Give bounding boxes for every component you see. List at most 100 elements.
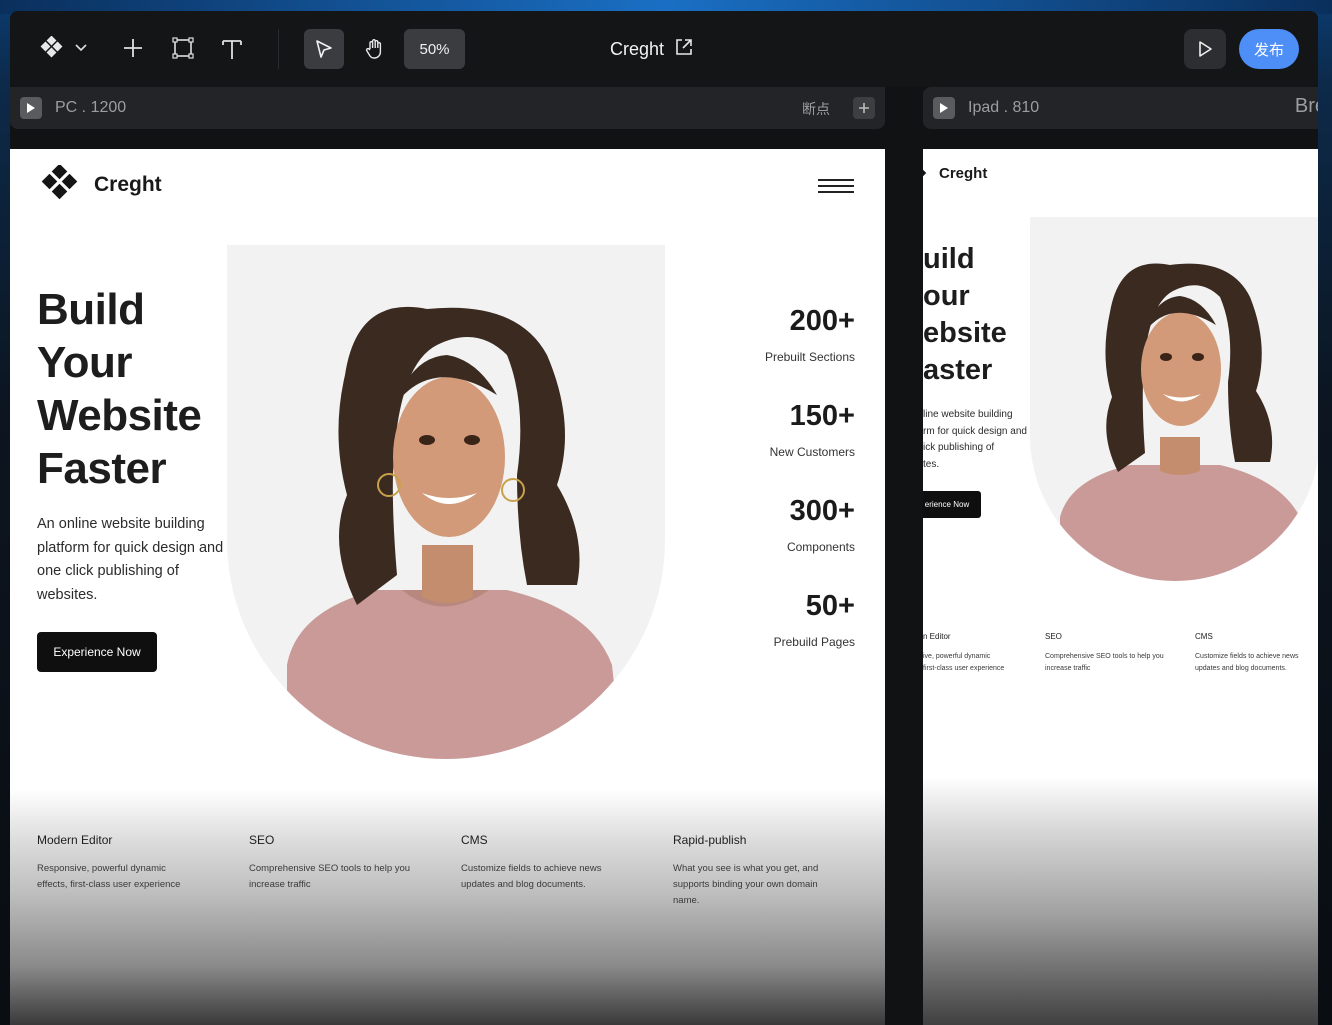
feature-description-line: first-class user experience: [923, 664, 1005, 672]
frame-tool-icon[interactable]: [170, 35, 196, 61]
editor-window: 50% Creght 发布 PC . 1200 断点 Ipad . 810 Br…: [10, 11, 1318, 1025]
stat-label: Prebuild Pages: [773, 635, 855, 649]
hero-title-line: Your: [37, 338, 132, 387]
hero-portrait-image: [227, 245, 665, 759]
hero-description-line: websites.: [37, 586, 98, 603]
hero-title-line: Build: [37, 285, 145, 334]
feature-description-line: What you see is what you get, and: [673, 863, 819, 874]
feature-description-line: name.: [673, 895, 700, 906]
feature-description: What you see is what you get, and suppor…: [673, 861, 863, 909]
stat-label: New Customers: [769, 445, 855, 459]
feature-description-line: effects, first-class user experience: [37, 879, 181, 890]
project-title: Creght: [610, 38, 665, 59]
text-tool-icon[interactable]: [218, 35, 246, 63]
feature-title: CMS: [1195, 632, 1213, 641]
stat-item: 150+ New Customers: [770, 400, 855, 459]
hero-description: An online website building platform for …: [37, 513, 237, 607]
cta-label: erience Now: [924, 500, 970, 509]
breakpoint-label[interactable]: 断点: [802, 99, 830, 119]
features-section: n Editor ive, powerful dynamic first-cla…: [923, 589, 1318, 1025]
hand-tool-icon[interactable]: [360, 33, 390, 65]
project-title-link[interactable]: Creght: [610, 37, 694, 61]
hero-title: uild our ebsite aster: [923, 241, 1007, 389]
feature-description-line: updates and blog documents.: [461, 879, 586, 890]
hero-description-line: An online website building: [37, 516, 205, 532]
feature-description: Comprehensive SEO tools to help you incr…: [1045, 651, 1185, 674]
hero-description: line website building rm for quick desig…: [923, 407, 1033, 473]
site-brand-name: Creght: [939, 165, 988, 182]
hero-portrait-image: [1030, 217, 1318, 581]
feature-description-line: increase traffic: [1045, 664, 1091, 672]
feature-item: SEO Comprehensive SEO tools to help you …: [249, 833, 439, 893]
hero-title-line: Faster: [37, 444, 167, 493]
feature-description-line: Responsive, powerful dynamic: [37, 863, 166, 874]
play-icon[interactable]: [20, 97, 42, 119]
site-logo-icon: [41, 165, 78, 200]
pc-frame-label: PC . 1200: [55, 99, 127, 116]
experience-now-button[interactable]: erience Now: [923, 491, 981, 518]
add-element-icon[interactable]: [120, 35, 146, 61]
hero-description-line: one click publishing of: [37, 563, 179, 579]
pc-canvas[interactable]: Creght Build Your Website Faster An onli…: [10, 149, 885, 1025]
stat-label: Components: [786, 540, 855, 554]
feature-description-line: supports binding your own domain: [673, 879, 818, 890]
play-icon[interactable]: [933, 97, 955, 119]
feature-item: Modern Editor Responsive, powerful dynam…: [37, 833, 227, 893]
ipad-frame-label: Ipad . 810: [968, 99, 1040, 116]
stat-item: 200+ Prebuilt Sections: [765, 305, 855, 364]
feature-description-line: ive, powerful dynamic: [923, 653, 991, 660]
stat-item: 300+ Components: [787, 495, 855, 554]
feature-description-line: Comprehensive SEO tools to help you: [1045, 653, 1164, 660]
feature-description-line: Customize fields to achieve news: [461, 863, 602, 874]
feature-description-line: increase traffic: [249, 879, 311, 890]
pc-frame-header[interactable]: PC . 1200 断点: [10, 87, 885, 129]
experience-now-button[interactable]: Experience Now: [37, 632, 157, 672]
hero-description-line: line website building: [923, 409, 1013, 420]
site-logo-icon: [923, 168, 927, 177]
ipad-canvas[interactable]: Creght uild our ebsite aster line websit…: [923, 149, 1318, 1025]
preview-play-button[interactable]: [1184, 29, 1226, 69]
feature-title: Modern Editor: [37, 833, 113, 847]
hero-title-line: ebsite: [923, 317, 1007, 349]
stat-label: Prebuilt Sections: [764, 350, 855, 364]
feature-description: Customize fields to achieve news updates…: [461, 861, 651, 893]
feature-title: Rapid-publish: [673, 833, 747, 847]
feature-item: n Editor ive, powerful dynamic first-cla…: [923, 632, 1063, 674]
feature-title: SEO: [1045, 632, 1062, 641]
features-section: Modern Editor Responsive, powerful dynam…: [10, 789, 885, 1025]
hero-description-line: ick publishing of: [923, 442, 995, 453]
stat-value: 150+: [789, 400, 855, 432]
hero-title-line: uild: [923, 243, 975, 275]
select-cursor-icon[interactable]: [304, 29, 344, 69]
feature-description: ive, powerful dynamic first-class user e…: [923, 651, 1063, 674]
zoom-level[interactable]: 50%: [404, 29, 465, 69]
feature-title: SEO: [249, 833, 275, 847]
add-breakpoint-icon[interactable]: [853, 97, 875, 119]
feature-title: CMS: [461, 833, 488, 847]
stat-value: 300+: [789, 495, 855, 527]
feature-description-line: Comprehensive SEO tools to help you: [249, 863, 411, 874]
breakpoint-label-partial[interactable]: Bre: [1295, 95, 1318, 118]
top-toolbar: 50% Creght 发布: [10, 11, 1318, 87]
site-brand[interactable]: Creght: [40, 165, 162, 205]
stat-value: 200+: [789, 305, 855, 337]
feature-item: SEO Comprehensive SEO tools to help you …: [1045, 632, 1185, 674]
external-link-icon[interactable]: [674, 37, 694, 62]
ipad-frame-header[interactable]: Ipad . 810 Bre: [923, 87, 1318, 129]
publish-button[interactable]: 发布: [1239, 29, 1299, 69]
chevron-down-icon[interactable]: [72, 39, 90, 57]
feature-description: Responsive, powerful dynamic effects, fi…: [37, 861, 227, 893]
feature-item: CMS Customize fields to achieve news upd…: [1195, 632, 1318, 674]
stat-value: 50+: [805, 590, 855, 622]
hero-title-line: Website: [37, 391, 202, 440]
feature-description-line: updates and blog documents.: [1195, 664, 1287, 672]
app-logo-icon[interactable]: [38, 35, 64, 61]
hero-title-line: aster: [923, 354, 993, 386]
site-brand[interactable]: Creght: [923, 165, 987, 182]
stat-item: 50+ Prebuild Pages: [774, 590, 855, 649]
feature-item: Rapid-publish What you see is what you g…: [673, 833, 863, 909]
menu-icon[interactable]: [818, 179, 854, 193]
hero-title: Build Your Website Faster: [37, 283, 202, 495]
feature-item: CMS Customize fields to achieve news upd…: [461, 833, 651, 893]
hero-description-line: platform for quick design and: [37, 539, 224, 556]
